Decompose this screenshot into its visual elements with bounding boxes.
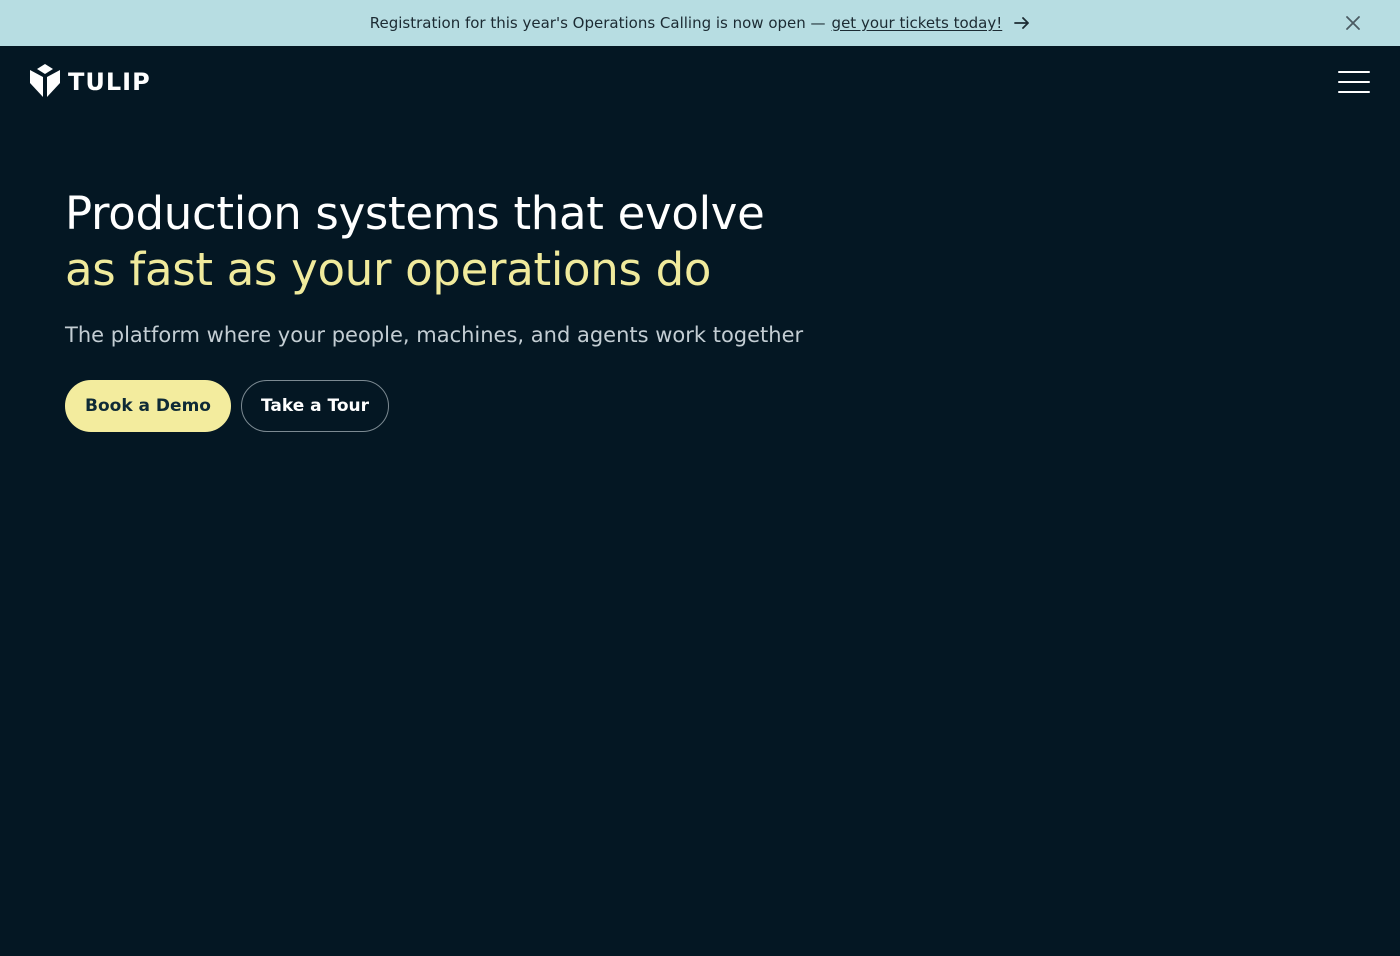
hamburger-menu-icon[interactable] bbox=[1338, 71, 1370, 93]
tulip-logo-icon bbox=[29, 63, 61, 102]
tulip-logo[interactable]: TULIP bbox=[29, 63, 151, 102]
announcement-banner: Registration for this year's Operations … bbox=[0, 0, 1400, 46]
banner-text: Registration for this year's Operations … bbox=[369, 14, 826, 32]
banner-content: Registration for this year's Operations … bbox=[370, 14, 1031, 32]
close-icon[interactable] bbox=[1344, 14, 1362, 32]
hero-actions: Book a Demo Take a Tour bbox=[65, 380, 965, 432]
hero-title-line2: as fast as your operations do bbox=[65, 243, 712, 296]
take-tour-button[interactable]: Take a Tour bbox=[240, 380, 390, 432]
site-header: TULIP bbox=[0, 46, 1400, 118]
logo-text: TULIP bbox=[68, 68, 151, 96]
hero-title: Production systems that evolve as fast a… bbox=[65, 186, 965, 298]
banner-tickets-link[interactable]: get your tickets today! bbox=[832, 14, 1003, 32]
arrow-right-icon[interactable] bbox=[1014, 16, 1030, 30]
hero-section: Production systems that evolve as fast a… bbox=[65, 186, 965, 432]
hero-title-line1: Production systems that evolve bbox=[65, 187, 765, 240]
book-demo-button[interactable]: Book a Demo bbox=[65, 380, 231, 432]
hero-subtitle: The platform where your people, machines… bbox=[65, 323, 804, 347]
